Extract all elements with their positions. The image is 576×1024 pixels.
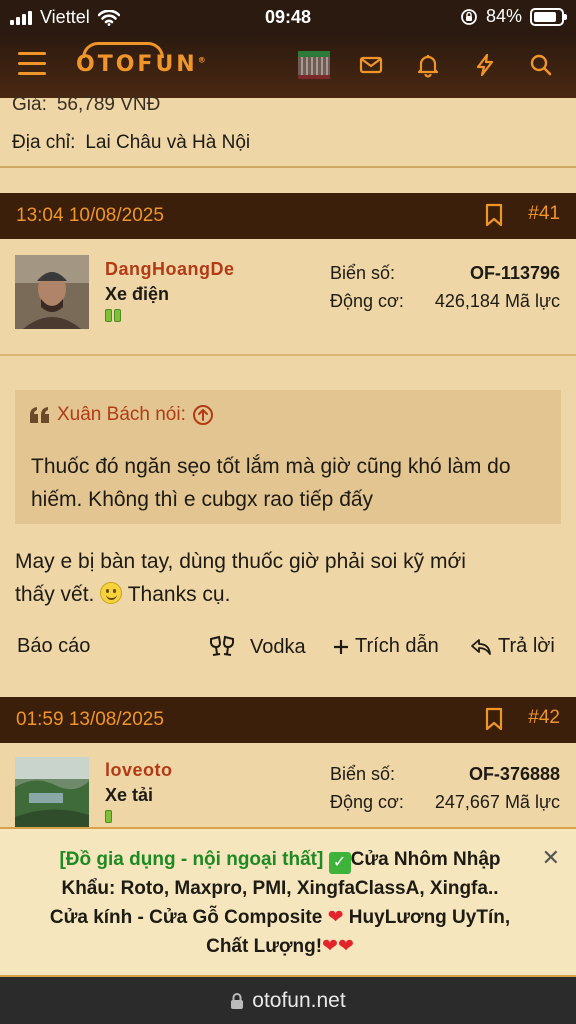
- rotation-lock-icon: [461, 8, 477, 25]
- battery-percent: 84%: [485, 6, 522, 26]
- reply-arrow-icon: [471, 638, 491, 655]
- post-body-line: May e bị bàn tay, dùng thuốc giờ phải so…: [15, 550, 466, 573]
- plate-value: OF-113796: [469, 263, 560, 283]
- cheers-glasses-icon: [210, 635, 234, 656]
- post-header: 13:04 10/08/2025 #41: [0, 193, 576, 239]
- heart-icon: ❤❤: [322, 936, 354, 957]
- post-number[interactable]: #42: [528, 707, 560, 729]
- address-label: Địa chỉ:: [12, 132, 76, 153]
- plate-label: Biển số:: [330, 263, 396, 283]
- divider: [0, 354, 576, 356]
- reply-label: Trả lời: [498, 635, 555, 657]
- lock-icon: [231, 992, 244, 1009]
- reply-button[interactable]: Trả lời: [470, 635, 555, 658]
- heart-icon: ❤: [327, 907, 344, 928]
- username-link[interactable]: loveoto: [105, 760, 173, 781]
- post-body-text: thấy vết.: [15, 583, 95, 606]
- engine-label: Động cơ:: [330, 792, 404, 812]
- post: DangHoangDe Xe điện Biển số: OF-113796 Độ…: [0, 239, 576, 689]
- hamburger-menu-icon[interactable]: [18, 52, 46, 76]
- bell-icon[interactable]: [415, 52, 441, 78]
- close-icon[interactable]: ✕: [542, 843, 560, 872]
- engine-value: 247,667 Mã lực: [434, 792, 560, 812]
- smiley-icon: [100, 582, 123, 604]
- quote-author[interactable]: Xuân Bách nói:: [57, 404, 186, 426]
- vodka-label: Vodka: [250, 635, 306, 658]
- user-meta: Biển số: OF-113796 Động cơ: 426,184 Mã lực: [330, 263, 560, 319]
- engine-label: Động cơ:: [330, 291, 404, 311]
- quote-block[interactable]: Xuân Bách nói: Thuốc đó ngăn sẹo tốt lắm…: [15, 390, 561, 524]
- ad-text: Khẩu: Roto, Maxpro, PMI, XingfaClassA, X…: [61, 878, 499, 899]
- plate-value: OF-376888: [468, 764, 560, 784]
- search-icon[interactable]: [528, 52, 554, 78]
- quote-label: Trích dẫn: [355, 635, 439, 657]
- user-rank-pips: [105, 810, 112, 823]
- status-bar: Viettel 09:48 84%: [0, 0, 576, 34]
- avatar[interactable]: [15, 255, 89, 329]
- post-header: 01:59 13/08/2025 #42: [0, 697, 576, 743]
- user-rank-pips: [105, 309, 121, 322]
- user-title: Xe điện: [105, 284, 170, 304]
- price-label: Giá:: [12, 94, 47, 115]
- report-link[interactable]: Báo cáo: [17, 635, 90, 658]
- plus-icon: [334, 639, 348, 654]
- post-number[interactable]: #41: [528, 203, 560, 225]
- username-link[interactable]: DangHoangDe: [105, 259, 235, 280]
- url-text[interactable]: otofun.net: [252, 989, 345, 1013]
- bookmark-icon[interactable]: [484, 707, 504, 731]
- ad-text: HuyLương UyTín,: [348, 907, 511, 928]
- quote-button[interactable]: Trích dẫn: [333, 635, 439, 658]
- ad-text: Chất Lượng!: [206, 936, 323, 957]
- engine-value: 426,184 Mã lực: [434, 291, 560, 311]
- vodka-button[interactable]: Vodka: [208, 635, 306, 659]
- avatar[interactable]: [15, 757, 89, 831]
- battery-icon: [530, 7, 567, 26]
- plate-label: Biển số:: [330, 764, 396, 784]
- flag-icon[interactable]: [298, 51, 330, 79]
- check-icon: ✓: [328, 852, 351, 874]
- post-body: May e bị bàn tay, dùng thuốc giờ phải so…: [15, 545, 561, 611]
- post: loveoto Xe tải Biển số: OF-376888 Động cơ…: [0, 743, 576, 831]
- quote-text: Thuốc đó ngăn sẹo tốt lắm mà giờ cũng kh…: [31, 455, 511, 511]
- lightning-icon[interactable]: [472, 52, 498, 78]
- post-date[interactable]: 01:59 13/08/2025: [16, 709, 164, 731]
- post-date[interactable]: 13:04 10/08/2025: [16, 205, 164, 227]
- price-value: 56,789 VNĐ: [56, 94, 161, 115]
- user-title: Xe tải: [105, 785, 154, 805]
- otofun-logo[interactable]: OTOFUN®: [76, 42, 206, 77]
- arrow-up-circle-icon[interactable]: [192, 404, 214, 426]
- bookmark-icon[interactable]: [484, 203, 504, 227]
- address-value: Lai Châu và Hà Nội: [85, 132, 251, 153]
- ad-text: Cửa Nhôm Nhập: [350, 849, 501, 870]
- ad-text: Cửa kính - Cửa Gỗ Composite: [49, 907, 323, 928]
- browser-url-bar[interactable]: otofun.net: [0, 977, 576, 1024]
- app-header: OTOFUN®: [0, 34, 576, 98]
- user-meta: Biển số: OF-376888 Động cơ: 247,667 Mã lực: [330, 764, 560, 820]
- post-actions: Báo cáo Vodka Trích dẫn Trả lời: [0, 635, 576, 665]
- post-body-text: Thanks cụ.: [127, 583, 231, 606]
- previous-post-details: Giá: 56,789 VNĐ Địa chỉ: Lai Châu và Hà Nộ…: [0, 94, 576, 168]
- ad-banner[interactable]: ✕ [Đồ gia dụng - nội ngoại thất] ✓ Cửa Nh…: [0, 827, 576, 977]
- mail-icon[interactable]: [358, 52, 384, 78]
- quote-marks-icon: [30, 407, 49, 423]
- ad-category: [Đồ gia dụng - nội ngoại thất]: [59, 849, 324, 870]
